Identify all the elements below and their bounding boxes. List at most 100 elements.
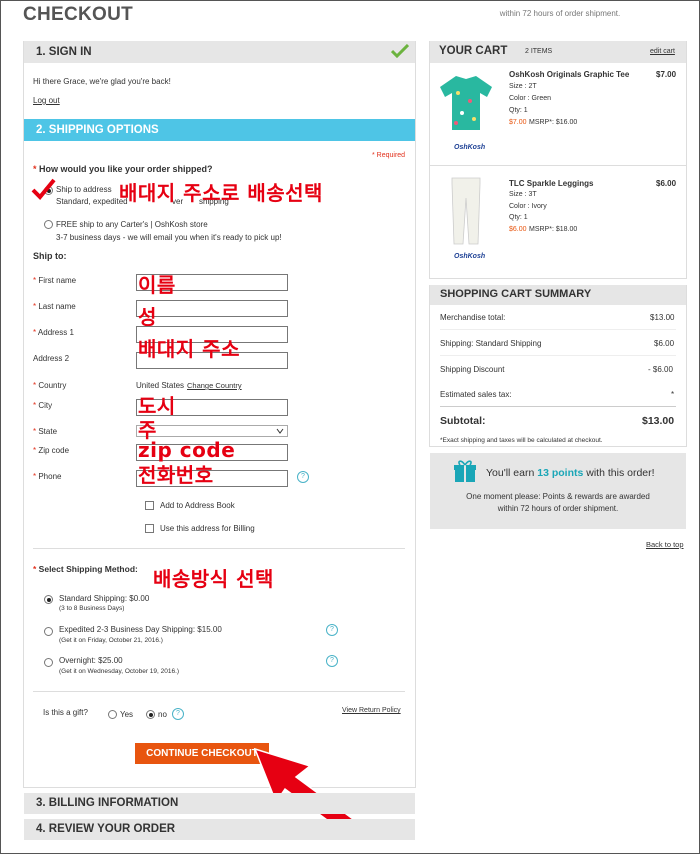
- use-for-billing-checkbox[interactable]: [145, 524, 154, 533]
- back-to-top-link[interactable]: Back to top: [646, 540, 684, 549]
- leggings-price: $6.00: [656, 179, 677, 188]
- shipping-label: Shipping: Standard Shipping: [440, 339, 542, 348]
- tee-sale-price: $7.00: [509, 119, 527, 126]
- greeting-text: Hi there Grace, we're glad you're back!: [33, 77, 171, 86]
- overnight-shipping-label[interactable]: Overnight: $25.00: [59, 656, 123, 665]
- merch-total-value: $13.00: [650, 313, 675, 322]
- gift-yes-label[interactable]: Yes: [120, 710, 133, 719]
- divider: [430, 165, 686, 166]
- change-country-link[interactable]: Change Country: [187, 381, 242, 390]
- ship-to-address-label[interactable]: Ship to address: [56, 185, 112, 194]
- leggings-color: Color : Ivory: [509, 203, 547, 210]
- gift-help-icon[interactable]: ?: [172, 708, 184, 720]
- ship-question: * How would you like your order shipped?: [33, 164, 213, 174]
- overnight-help-icon[interactable]: ?: [326, 655, 338, 667]
- tee-product-image[interactable]: [438, 73, 494, 133]
- divider: [33, 691, 405, 692]
- ship-to-title: Ship to:: [33, 251, 67, 261]
- divider: [33, 548, 405, 549]
- tee-brand-logo: OshKosh: [454, 144, 486, 151]
- tee-size: Size : 2T: [509, 83, 537, 90]
- zip-label: * Zip code: [33, 446, 70, 455]
- address1-label: * Address 1: [33, 328, 74, 337]
- leggings-product-image[interactable]: [448, 176, 484, 246]
- sign-in-header[interactable]: 1. SIGN IN: [24, 41, 415, 63]
- expedited-shipping-sub: (Get it on Friday, October 21, 2016.): [59, 637, 163, 644]
- standard-shipping-label[interactable]: Standard Shipping: $0.00: [59, 594, 149, 603]
- annotation-phone: 전화번호: [138, 463, 214, 487]
- phone-help-icon[interactable]: ?: [297, 471, 309, 483]
- cart-title: YOUR CART: [439, 45, 508, 57]
- leggings-name[interactable]: TLC Sparkle Leggings: [509, 179, 593, 188]
- return-policy-link[interactable]: View Return Policy: [342, 707, 401, 714]
- last-name-label: * Last name: [33, 302, 76, 311]
- annotation-address: 배대지 주소: [138, 337, 240, 361]
- state-label: * State: [33, 427, 58, 436]
- overnight-shipping-radio[interactable]: [44, 658, 53, 667]
- leggings-size: Size : 3T: [509, 191, 537, 198]
- gift-icon: [454, 460, 476, 482]
- shipping-value: $6.00: [654, 339, 675, 348]
- expedited-shipping-label[interactable]: Expedited 2-3 Business Day Shipping: $15…: [59, 625, 222, 634]
- annotation-checkmark: [31, 178, 56, 200]
- divider: [440, 329, 676, 330]
- billing-information-header[interactable]: 3. BILLING INFORMATION: [24, 793, 415, 814]
- review-order-header[interactable]: 4. REVIEW YOUR ORDER: [24, 819, 415, 840]
- ship-to-address-sub: Standard, expedited: [56, 197, 128, 206]
- divider: [440, 406, 676, 407]
- sign-in-header-label: 1. SIGN IN: [36, 46, 92, 58]
- continue-checkout-button[interactable]: CONTINUE CHECKOUT: [135, 743, 269, 764]
- tee-name[interactable]: OshKosh Originals Graphic Tee: [509, 70, 629, 79]
- city-label: * City: [33, 401, 53, 410]
- use-for-billing-label[interactable]: Use this address for Billing: [160, 524, 255, 533]
- points-amount: 13 points: [537, 467, 584, 479]
- address2-label: Address 2: [33, 354, 70, 363]
- chevron-down-icon: [276, 428, 284, 434]
- free-ship-label[interactable]: FREE ship to any Carter's | OshKosh stor…: [56, 220, 208, 229]
- check-icon: [391, 44, 409, 58]
- standard-shipping-sub: (3 to 8 Business Days): [59, 605, 125, 612]
- overnight-shipping-sub: (Get it on Wednesday, October 19, 2016.): [59, 668, 180, 675]
- tee-color: Color : Green: [509, 95, 552, 102]
- free-ship-radio[interactable]: [44, 220, 53, 229]
- last-name-input[interactable]: [136, 300, 288, 317]
- tee-qty: Qty: 1: [509, 107, 528, 114]
- add-to-address-book-label[interactable]: Add to Address Book: [160, 501, 235, 510]
- annotation-ship-to-address: 배대지 주소로 배송선택: [119, 181, 323, 205]
- shipping-options-header[interactable]: 2. SHIPPING OPTIONS: [24, 119, 415, 141]
- country-label: * Country: [33, 381, 67, 390]
- leggings-sale-price: $6.00: [509, 226, 527, 233]
- summary-title: SHOPPING CART SUMMARY: [440, 288, 592, 300]
- subtotal-label: Subtotal:: [440, 415, 486, 427]
- shipping-discount-value: - $6.00: [648, 365, 673, 374]
- summary-footnote: *Exact shipping and taxes will be calcul…: [440, 437, 603, 444]
- billing-information-label: 3. BILLING INFORMATION: [36, 797, 179, 809]
- gift-no-radio[interactable]: [146, 710, 155, 719]
- review-order-label: 4. REVIEW YOUR ORDER: [36, 823, 176, 835]
- gift-yes-radio[interactable]: [108, 710, 117, 719]
- expedited-shipping-radio[interactable]: [44, 627, 53, 636]
- page-title: CHECKOUT: [23, 4, 134, 25]
- first-name-label: * First name: [33, 276, 77, 285]
- free-ship-sub: 3-7 business days - we will email you wh…: [56, 233, 282, 242]
- state-select[interactable]: [136, 425, 288, 437]
- leggings-qty: Qty: 1: [509, 214, 528, 221]
- standard-shipping-radio[interactable]: [44, 595, 53, 604]
- add-to-address-book-checkbox[interactable]: [145, 501, 154, 510]
- gift-question: Is this a gift?: [43, 708, 88, 717]
- shipping-discount-label: Shipping Discount: [440, 365, 505, 374]
- cart-count: 2 ITEMS: [525, 48, 553, 55]
- leggings-msrp: MSRP*: $18.00: [529, 226, 578, 233]
- merch-total-label: Merchandise total:: [440, 313, 506, 322]
- shipping-options-header-label: 2. SHIPPING OPTIONS: [36, 124, 159, 136]
- logout-link[interactable]: Log out: [33, 96, 60, 105]
- gift-no-label[interactable]: no: [158, 710, 167, 719]
- annotation-first-name: 이름: [138, 273, 176, 297]
- points-earn-text: You'll earn 13 points with this order!: [486, 467, 655, 479]
- points-note-line1: One moment please: Points & rewards are …: [466, 492, 650, 501]
- top-note: within 72 hours of order shipment.: [462, 0, 658, 20]
- tee-price: $7.00: [656, 70, 677, 79]
- method-title: * Select Shipping Method:: [33, 564, 138, 574]
- expedited-help-icon[interactable]: ?: [326, 624, 338, 636]
- edit-cart-link[interactable]: edit cart: [650, 48, 675, 55]
